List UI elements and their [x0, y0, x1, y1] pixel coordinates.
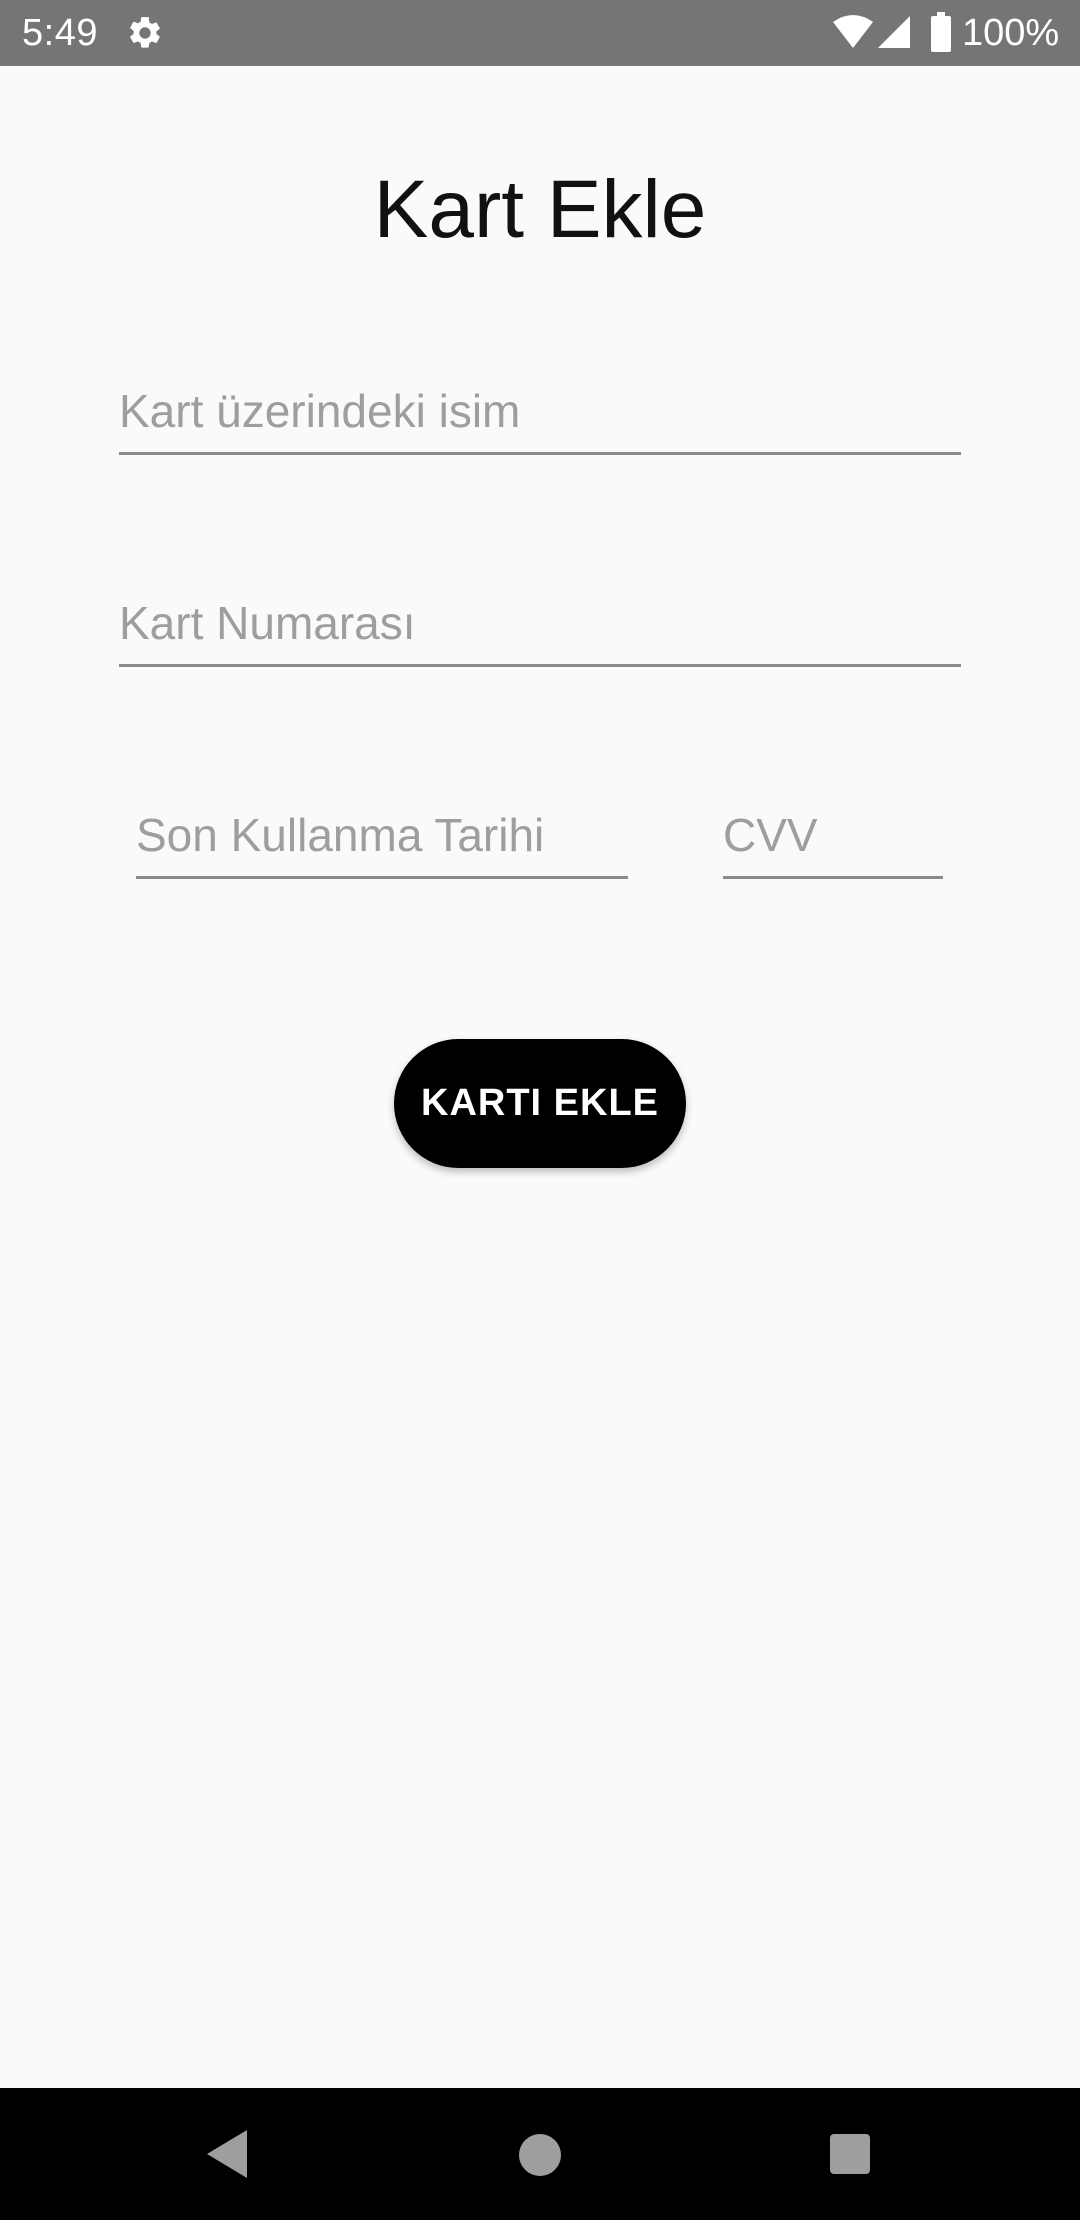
card-holder-name-field[interactable] [119, 370, 961, 455]
expiry-date-input[interactable] [136, 794, 628, 876]
gear-icon [126, 14, 164, 52]
cvv-field[interactable] [723, 794, 943, 879]
wifi-icon [832, 14, 874, 50]
navigation-bar [0, 2088, 1080, 2220]
expiry-date-field[interactable] [136, 794, 628, 879]
status-bar: 5:49 100% [0, 0, 1080, 66]
status-time: 5:49 [22, 12, 98, 54]
add-card-button[interactable]: KARTI EKLE [394, 1039, 686, 1168]
signal-icon [876, 14, 912, 50]
battery-icon [930, 12, 952, 52]
battery-percentage: 100% [962, 12, 1060, 54]
card-number-input[interactable] [119, 582, 961, 664]
cvv-input[interactable] [723, 794, 943, 876]
card-number-field[interactable] [119, 582, 961, 667]
recent-apps-icon[interactable] [830, 2134, 870, 2174]
card-holder-name-input[interactable] [119, 370, 961, 452]
page-title: Kart Ekle [373, 164, 707, 255]
home-icon[interactable] [519, 2134, 561, 2176]
back-icon[interactable] [205, 2128, 249, 2180]
